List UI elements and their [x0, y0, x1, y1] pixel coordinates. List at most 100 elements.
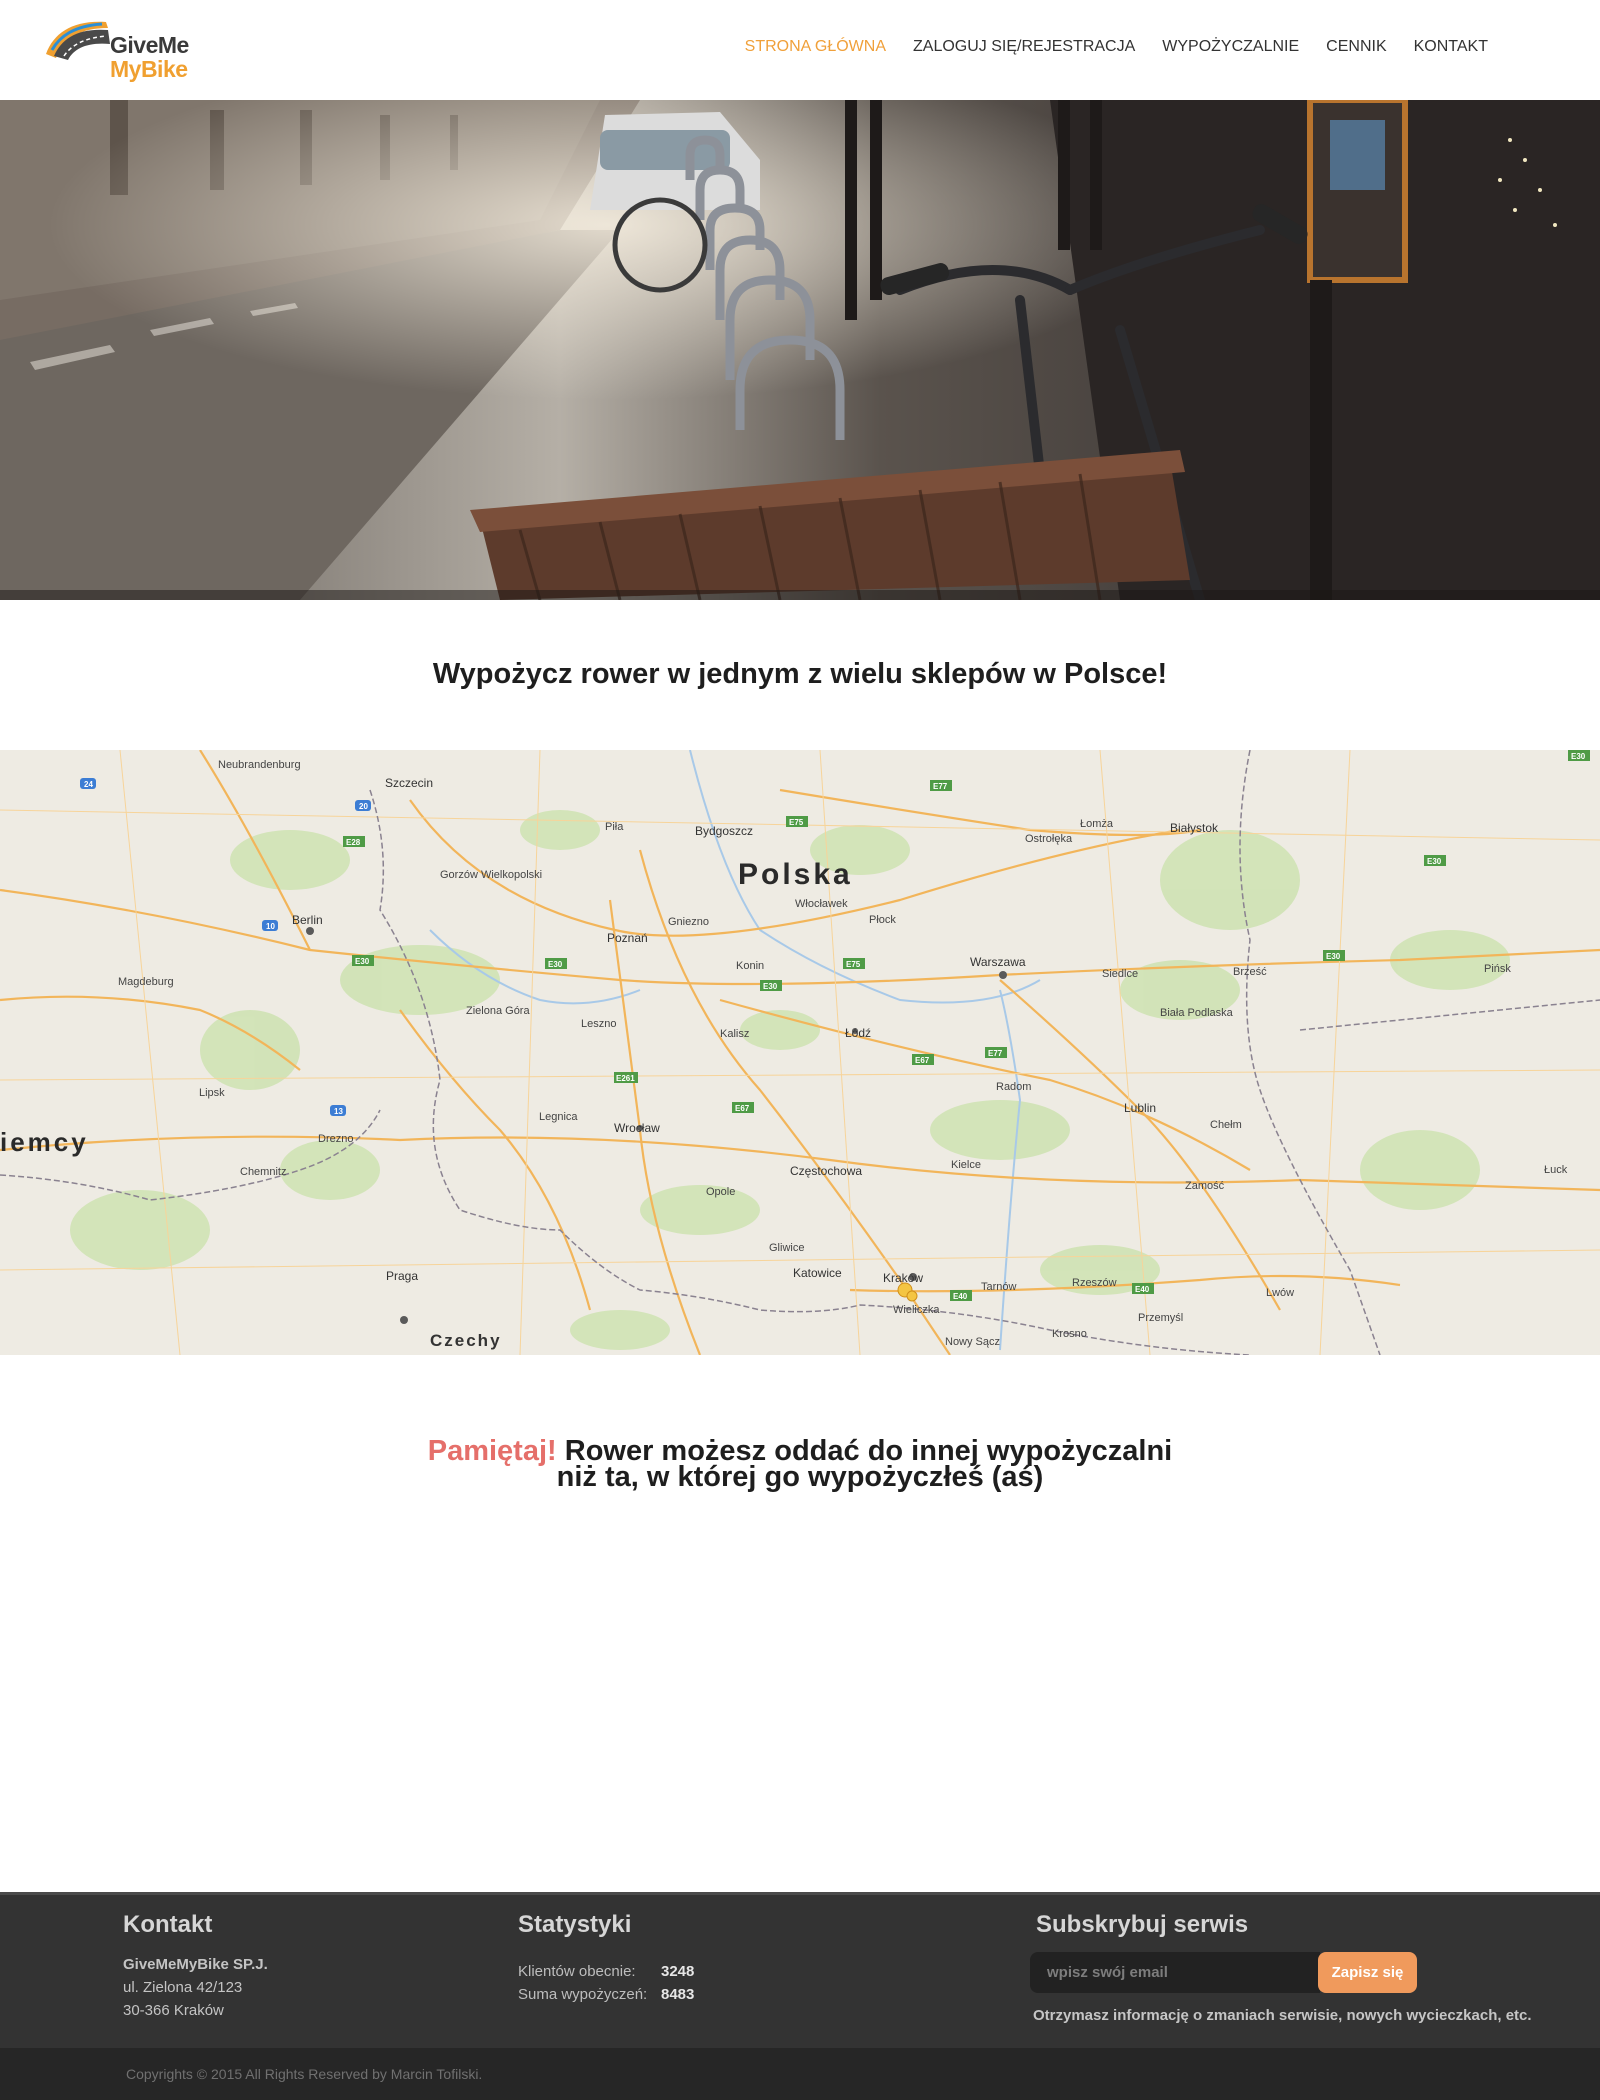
map-label: Czechy	[430, 1331, 502, 1350]
nav-pricing[interactable]: CENNIK	[1326, 38, 1386, 56]
site-footer: Kontakt GiveMeMyBike SP.J. ul. Zielona 4…	[0, 1892, 1600, 2048]
map-label: Chełm	[1210, 1119, 1242, 1131]
stat-clients-value: 3248	[661, 1963, 695, 1980]
map-label: Częstochowa	[790, 1164, 862, 1178]
hero-photo	[0, 100, 1600, 600]
logo-text-top: GiveMe	[110, 32, 189, 58]
map-label: Drezno	[318, 1133, 353, 1145]
subscribe-button[interactable]: Zapisz się	[1318, 1952, 1417, 1993]
map-label: Lwów	[1266, 1287, 1294, 1299]
map-label: Kraków	[883, 1271, 923, 1285]
map-label: Łomża	[1080, 818, 1114, 830]
map-label: Leszno	[581, 1018, 616, 1030]
map-label: Radom	[996, 1081, 1031, 1093]
site-header: GiveMe MyBike STRONA GŁÓWNA ZALOGUJ SIĘ/…	[0, 0, 1600, 100]
svg-text:24: 24	[84, 780, 93, 789]
map-label: Włocławek	[795, 898, 848, 910]
svg-text:E75: E75	[846, 960, 861, 969]
reminder-body: Rower możesz oddać do innej wypożyczalni…	[556, 1435, 1173, 1493]
map-label: Pińsk	[1484, 963, 1511, 975]
map-label: Łuck	[1544, 1164, 1568, 1176]
map-label: Lipsk	[199, 1087, 225, 1099]
map-label: Praga	[386, 1269, 418, 1283]
stat-rentals: Suma wypożyczeń: 8483	[518, 1986, 694, 2003]
svg-text:E77: E77	[988, 1049, 1003, 1058]
map-label: Chemnitz	[240, 1166, 286, 1178]
page-heading: Wypożycz rower w jednym z wielu sklepów …	[432, 658, 1168, 690]
map-label: Gorzów Wielkopolski	[440, 869, 542, 881]
svg-text:13: 13	[334, 1107, 343, 1116]
nav-home[interactable]: STRONA GŁÓWNA	[745, 38, 886, 56]
stat-clients: Klientów obecnie: 3248	[518, 1963, 694, 1980]
map-canvas: E77 E75 E30 E30 E75 E261 E67 E67 E77 E28…	[0, 750, 1600, 1355]
map-label: Neubrandenburg	[218, 759, 301, 771]
logo-text-bottom: MyBike	[110, 56, 188, 82]
map-label: Płock	[869, 914, 896, 926]
svg-text:E75: E75	[789, 818, 804, 827]
map-label: Biała Podlaska	[1160, 1007, 1234, 1019]
subscribe-note: Otrzymasz informację o zmaniach serwisie…	[1033, 2007, 1532, 2024]
company-street: ul. Zielona 42/123	[123, 1979, 243, 1996]
map-label: Kalisz	[720, 1028, 749, 1040]
map-label: Rzeszów	[1072, 1277, 1117, 1289]
svg-text:E30: E30	[1427, 857, 1442, 866]
svg-text:E30: E30	[1326, 952, 1341, 961]
company-city: 30-366 Kraków	[123, 2002, 224, 2019]
reminder-accent: Pamiętaj!	[427, 1435, 557, 1467]
map-label: Krosno	[1052, 1328, 1087, 1340]
footer-contact-title: Kontakt	[123, 1911, 213, 1938]
nav-login-register[interactable]: ZALOGUJ SIĘ/REJESTRACJA	[913, 38, 1135, 56]
map-label: Katowice	[793, 1266, 842, 1280]
map-label: Gniezno	[668, 916, 709, 928]
email-field[interactable]	[1030, 1952, 1320, 1993]
map-label: Berlin	[292, 913, 323, 927]
svg-text:E261: E261	[616, 1074, 635, 1083]
stat-clients-label: Klientów obecnie:	[518, 1963, 636, 1980]
map-label: Bydgoszcz	[695, 824, 753, 838]
map-label: Gliwice	[769, 1242, 804, 1254]
copyright-text: Copyrights © 2015 All Rights Reserved by…	[126, 2066, 483, 2082]
map-label: Brześć	[1233, 966, 1267, 978]
main-nav: STRONA GŁÓWNA ZALOGUJ SIĘ/REJESTRACJA WY…	[745, 38, 1488, 56]
map-label: Kielce	[951, 1159, 981, 1171]
svg-text:E67: E67	[915, 1056, 930, 1065]
map-label: Ostrołęka	[1025, 833, 1073, 845]
hero-image	[0, 100, 1600, 600]
svg-text:E30: E30	[548, 960, 563, 969]
copyright-bar: Copyrights © 2015 All Rights Reserved by…	[0, 2048, 1600, 2100]
map-label: Konin	[736, 960, 764, 972]
map-label: Lublin	[1124, 1101, 1156, 1115]
footer-subscribe-title: Subskrybuj serwis	[1036, 1911, 1249, 1938]
map-label: Łódź	[845, 1026, 871, 1040]
map-label: iemcy	[0, 1127, 89, 1157]
logo[interactable]: GiveMe MyBike	[44, 14, 189, 84]
logo-road-icon	[46, 21, 110, 60]
map-label: Zamość	[1185, 1180, 1225, 1192]
map-label: Białystok	[1170, 821, 1219, 835]
map-label: Warszawa	[970, 955, 1026, 969]
shops-map[interactable]: E77 E75 E30 E30 E75 E261 E67 E67 E77 E28…	[0, 750, 1600, 1355]
svg-text:E40: E40	[1135, 1285, 1150, 1294]
svg-text:E40: E40	[953, 1292, 968, 1301]
nav-contact[interactable]: KONTAKT	[1414, 38, 1488, 56]
map-label: Nowy Sącz	[945, 1336, 1000, 1348]
stat-rentals-label: Suma wypożyczeń:	[518, 1986, 648, 2003]
map-label: Zielona Góra	[466, 1005, 530, 1017]
map-label: Siedlce	[1102, 968, 1138, 980]
svg-text:20: 20	[359, 802, 368, 811]
map-label: Tarnów	[981, 1281, 1017, 1293]
map-label: Wrocław	[614, 1121, 660, 1135]
svg-text:E77: E77	[933, 782, 948, 791]
svg-text:E67: E67	[735, 1104, 750, 1113]
map-label: Magdeburg	[118, 976, 174, 988]
company-name: GiveMeMyBike SP.J.	[123, 1956, 268, 1973]
nav-rental-shops[interactable]: WYPOŻYCZALNIE	[1162, 38, 1299, 56]
svg-text:E30: E30	[355, 957, 370, 966]
map-label: Piła	[605, 821, 624, 833]
svg-text:E30: E30	[1571, 752, 1586, 761]
svg-text:E28: E28	[346, 838, 361, 847]
map-label: Poznań	[607, 931, 648, 945]
stat-rentals-value: 8483	[661, 1986, 695, 2003]
footer-stats-title: Statystyki	[518, 1911, 632, 1938]
map-label: Legnica	[539, 1111, 578, 1123]
